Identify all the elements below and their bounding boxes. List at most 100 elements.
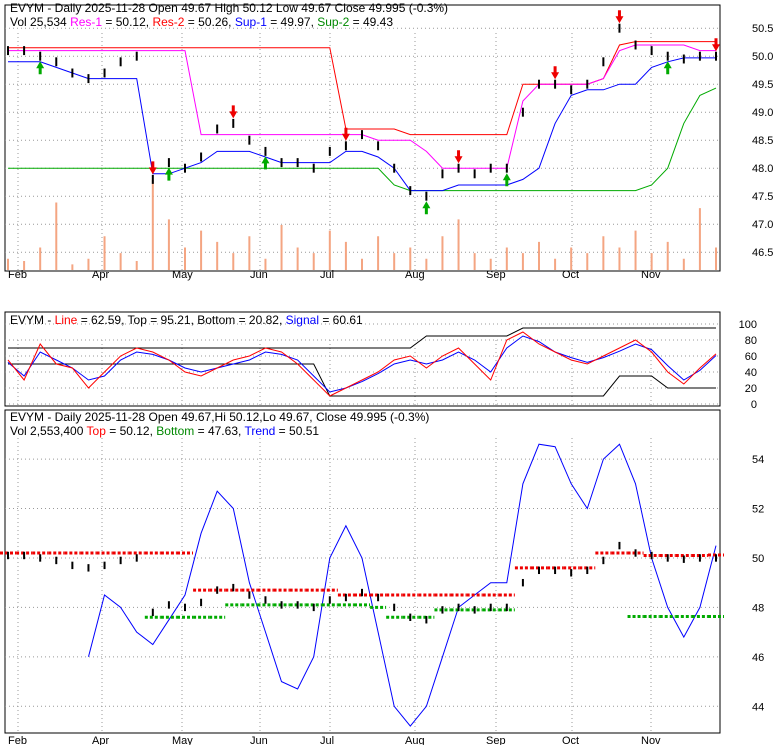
volume-bar [71,264,74,270]
y-tick-label: 44 [752,701,764,713]
panel2-title: EVYM - Line = 62.59, Top = 95.21, Bottom… [10,313,363,327]
volume-bar [296,247,299,270]
y-tick-label: 48 [752,602,764,614]
chart-root: 50.5 50.0 49.5 49.0 48.5 48.0 47.5 47.0 46.5 100 8… [0,0,780,745]
volume-bar [457,219,460,270]
x-tick-label: Aug [405,735,425,745]
volume-bar [715,247,717,270]
x-tick-label: Jun [250,735,268,745]
volume-bar [377,236,380,270]
line-label: Line [54,313,78,327]
x-tick-label: Feb [8,269,27,281]
volume-bar [216,241,219,270]
x-tick-label: Nov [641,735,661,745]
res2-value: = 50.26, [184,15,235,29]
bottom-value: = 47.63, [194,424,245,438]
volume-bar [393,253,396,270]
y-tick-label: 47.5 [752,191,773,203]
volume-bar [184,247,186,270]
volume-bar [151,180,154,270]
volume-bar [521,253,524,270]
volume-bar [666,241,669,270]
volume-bar [135,261,138,270]
volume-bar [39,247,42,270]
volume-bar [618,247,621,270]
volume-bar [473,253,476,270]
y-tick-label: 80 [745,335,757,347]
volume-bar [602,236,605,270]
y-tick-label: 52 [752,504,764,516]
y-tick-label: 100 [739,319,757,331]
volume-bar [103,236,106,270]
x-tick-label: Feb [8,735,27,745]
trend-value: = 50.51 [275,424,320,438]
volume-bar [232,253,235,270]
sup1-label: Sup-1 [234,15,267,29]
x-tick-label: Aug [405,269,425,281]
x-tick-label: Jul [320,269,334,281]
p2-a: EVYM - [10,313,55,327]
y-tick-label: 60 [745,351,757,363]
panel3-title: EVYM - Daily 2025-11-28 Open 49.67,Hi 50… [10,410,430,424]
volume-bar [248,236,251,270]
y-tick-label: 49.5 [752,79,773,91]
panel1-title: EVYM - Daily 2025-11-28 Open 49.67 High … [10,1,449,15]
res1-value: = 50.12, [102,15,153,29]
volume-bar [312,253,315,270]
sup2-value: = 49.43 [349,15,393,29]
volume-bar [650,253,653,270]
x-tick-label: Apr [92,735,109,745]
trend-label: Trend [244,424,276,438]
volume-bar [634,230,637,270]
volume-bar [409,247,412,270]
y-tick-label: 40 [745,367,757,379]
panel3-legend: Vol 2,553,400 Top = 50.12, Bottom = 47.6… [10,424,319,438]
x-tick-label: Sep [486,269,506,281]
x-tick-label: Sep [486,735,506,745]
volume-bar [264,258,267,270]
volume-bar [55,202,58,270]
volume-bar [361,258,363,270]
x-tick-label: Apr [92,269,109,281]
x-tick-label: May [172,269,193,281]
volume-bar [570,247,573,270]
y-tick-label: 46.5 [752,247,773,259]
volume-bar [87,258,90,270]
signal-label: Signal [285,313,319,327]
volume-bar [505,247,508,270]
top-value: = 50.12, [105,424,157,438]
y-tick-label: 46 [752,652,764,664]
sup1-value: = 49.97, [266,15,318,29]
p2-c: = 60.61 [318,313,363,327]
y-tick-label: 0 [751,399,757,411]
volume-bar [538,241,540,270]
y-tick-label: 54 [752,454,764,466]
volume-bar [554,258,557,270]
volume-bar [200,230,203,270]
vol-text: Vol 25,534 [10,15,71,29]
p2-b: = 62.59, Top = 95.21, Bottom = 20.82, [77,313,286,327]
x-tick-label: Jul [320,735,334,745]
top-label: Top [86,424,106,438]
y-tick-label: 47.0 [752,219,773,231]
x-tick-label: Oct [562,735,579,745]
y-tick-label: 49.0 [752,107,773,119]
sup2-label: Sup-2 [317,15,350,29]
volume-bar [23,261,26,270]
volume-bar [167,219,170,270]
x-tick-label: May [172,735,193,745]
res1-label: Res-1 [70,15,103,29]
panel-3-frame [4,409,721,734]
y-tick-label: 50.0 [752,51,773,63]
volume-bar [328,230,331,270]
volume-bar [698,208,701,270]
volume-bar [441,236,444,270]
bottom-label: Bottom [156,424,195,438]
y-tick-label: 48.5 [752,135,773,147]
volume-bar [586,253,589,270]
volume-bar [344,241,347,270]
panel1-legend: Vol 25,534 Res-1 = 50.12, Res-2 = 50.26,… [10,15,393,29]
x-tick-label: Nov [641,269,661,281]
volume-bar [119,253,122,270]
volume-bar [489,258,492,270]
